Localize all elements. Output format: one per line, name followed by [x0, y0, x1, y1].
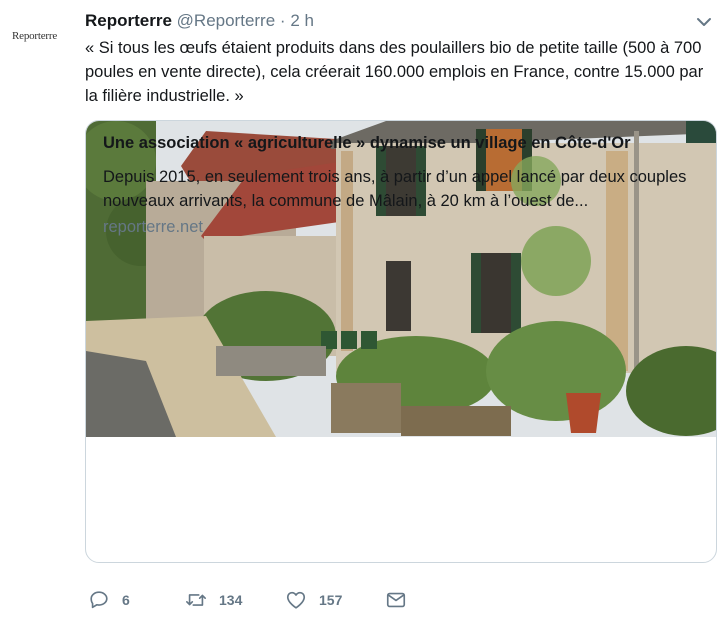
card-domain[interactable]: reporterre.net [103, 218, 203, 237]
reply-button[interactable]: 6 [88, 588, 130, 612]
card-description: Depuis 2015, en seulement trois ans, à p… [103, 168, 687, 210]
author-handle[interactable]: @Reporterre [177, 11, 276, 30]
caret-down-icon[interactable] [696, 15, 712, 27]
tweet-timestamp[interactable]: 2 h [290, 11, 314, 30]
retweet-count: 134 [219, 592, 243, 608]
like-count: 157 [319, 592, 343, 608]
link-card[interactable]: Une association « agriculturelle » dynam… [85, 120, 717, 563]
card-title[interactable]: Une association « agriculturelle » dynam… [103, 134, 631, 153]
reply-count: 6 [122, 592, 130, 608]
reply-icon [90, 591, 108, 609]
envelope-icon [386, 592, 406, 608]
retweet-button[interactable]: 134 [185, 588, 242, 612]
tweet-actions: 6 134 157 [85, 588, 705, 612]
tweet-header: Reporterre @Reporterre · 2 h [85, 10, 314, 32]
tweet-text: « Si tous les œufs étaient produits dans… [85, 39, 704, 105]
avatar[interactable]: Reporterre [12, 30, 68, 48]
like-button[interactable]: 157 [285, 588, 342, 612]
header-separator: · [279, 11, 286, 30]
retweet-icon [186, 594, 206, 606]
heart-icon [286, 591, 306, 609]
avatar-logo-text: Reporterre [12, 30, 58, 42]
direct-message-button[interactable] [385, 588, 419, 612]
author-name[interactable]: Reporterre [85, 11, 172, 30]
